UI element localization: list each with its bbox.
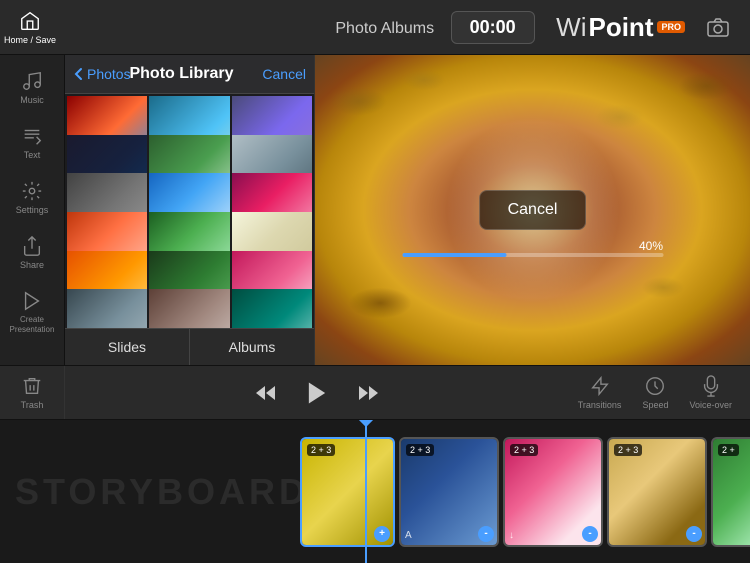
story-add-3[interactable]: - [582,526,598,542]
story-badge-1: 2 + 3 [307,444,335,456]
right-controls: Transitions Speed Voice-over [570,371,750,414]
timeline-line [365,420,367,563]
photo-thumb-16[interactable] [67,289,147,328]
rewind-button[interactable] [254,381,278,405]
sidebar-settings-label: Settings [16,205,49,215]
sidebar-music-label: Music [20,95,44,105]
transitions-label: Transitions [578,400,622,410]
sidebar: Music Text Settings Share [0,55,65,365]
story-badge-5: 2 + [718,444,739,456]
story-letter-2: A [405,530,412,541]
sidebar-create-label: CreatePresentation [10,315,55,334]
albums-tab-button[interactable]: Albums [190,329,314,365]
photo-panel-tabs: Slides Albums [65,328,314,365]
preview-area: Cancel 40% [315,55,750,365]
story-add-1[interactable]: + [374,526,390,542]
storyboard-area: STORYBOARD 2 + 3 + 2 + 3 A - 2 + 3 ↓ - 2… [0,420,750,563]
story-slide-3[interactable]: 2 + 3 ↓ - [503,437,603,547]
trash-label: Trash [21,400,44,410]
voiceover-label: Voice-over [689,400,732,410]
preview-cancel-button[interactable]: Cancel [479,190,587,230]
sidebar-text-label: Text [24,150,41,160]
photo-thumb-17[interactable] [149,289,229,328]
story-add-4[interactable]: - [686,526,702,542]
sidebar-item-music[interactable]: Music [0,60,64,115]
play-button[interactable] [303,379,331,407]
story-slide-4[interactable]: 2 + 3 - [607,437,707,547]
brand-wi: Wi [556,12,586,43]
voiceover-button[interactable]: Voice-over [681,371,740,414]
sidebar-share-label: Share [20,260,44,270]
speed-label: Speed [642,400,668,410]
story-badge-2: 2 + 3 [406,444,434,456]
slides-tab-button[interactable]: Slides [65,329,190,365]
controls-bar: Trash Transitions [0,365,750,420]
photo-library-title: Photo Library [107,65,257,83]
playback-controls [65,379,570,407]
photo-panel: Photos Photo Library Cancel S [65,55,315,365]
sidebar-item-text[interactable]: Text [0,115,64,170]
story-badge-3: 2 + 3 [510,444,538,456]
top-bar-left: Home / Save [0,0,320,55]
sidebar-item-create[interactable]: CreatePresentation [0,280,64,344]
transitions-button[interactable]: Transitions [570,371,630,414]
photo-panel-cancel-button[interactable]: Cancel [262,66,306,82]
top-bar-right: Wi Point PRO [550,5,750,50]
brand-logo: Wi Point PRO [556,12,685,43]
trash-icon [21,375,43,397]
story-badge-4: 2 + 3 [614,444,642,456]
storyboard-scroll: 2 + 3 + 2 + 3 A - 2 + 3 ↓ - 2 + 3 - 2 + … [0,420,750,563]
timer-display: 00:00 [451,11,535,44]
photo-thumb-18[interactable] [232,289,312,328]
progress-bar-fill [402,253,506,257]
sidebar-item-share[interactable]: Share [0,225,64,280]
top-bar-center: Photo Albums 00:00 [320,11,550,44]
sidebar-item-settings[interactable]: Settings [0,170,64,225]
story-add-2[interactable]: - [478,526,494,542]
fast-forward-button[interactable] [356,381,380,405]
top-bar: Home / Save Photo Albums 00:00 Wi Point … [0,0,750,55]
photo-panel-header: Photos Photo Library Cancel [65,55,314,94]
speed-button[interactable]: Speed [634,371,676,414]
camera-button[interactable] [695,5,740,50]
progress-bar-container [402,253,663,257]
story-slide-1[interactable]: 2 + 3 + [300,437,395,547]
brand-point: Point [588,12,653,43]
app-title: Photo Albums [335,20,434,37]
story-letter-3: ↓ [509,530,514,541]
story-slide-5[interactable]: 2 + - [711,437,750,547]
brand-pro: PRO [657,21,685,33]
story-slide-2[interactable]: 2 + 3 A - [399,437,499,547]
progress-percent: 40% [639,239,663,253]
home-save-label: Home / Save [4,35,56,45]
home-save-button[interactable]: Home / Save [0,0,60,55]
main-area: Music Text Settings Share [0,55,750,365]
trash-area: Trash [0,366,65,419]
photo-grid [65,94,314,328]
